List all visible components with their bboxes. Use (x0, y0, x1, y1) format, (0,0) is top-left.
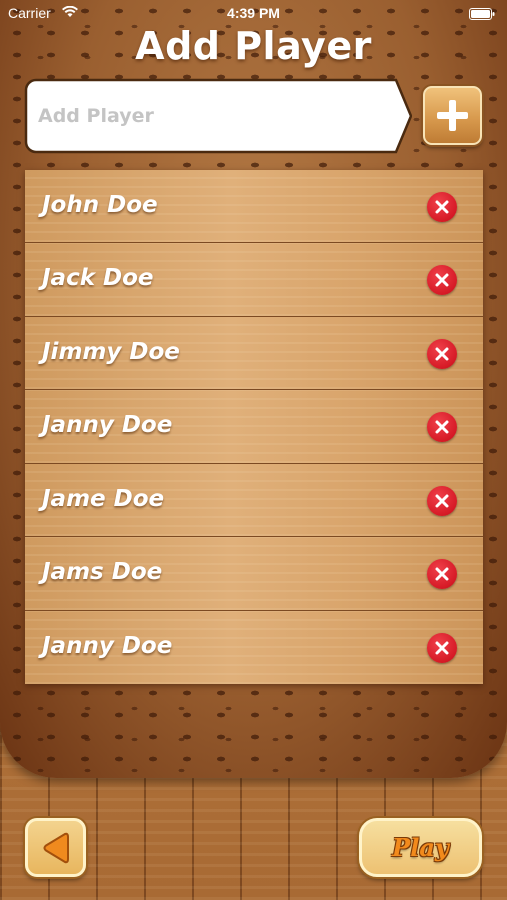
remove-player-button[interactable] (427, 192, 457, 222)
close-icon (435, 347, 449, 361)
remove-player-button[interactable] (427, 338, 457, 369)
page-title: Add Player (135, 24, 372, 68)
remove-player-button[interactable] (427, 559, 457, 590)
player-name-field (24, 78, 412, 154)
player-name: Jack Doe (42, 265, 154, 292)
plus-icon (437, 100, 468, 131)
battery-icon (469, 7, 495, 23)
add-player-button[interactable] (423, 86, 482, 145)
player-name: Jame Doe (42, 485, 165, 512)
close-icon (435, 567, 449, 581)
player-name-input[interactable] (38, 98, 378, 134)
remove-player-button[interactable] (427, 632, 457, 663)
list-item: Jack Doe (25, 243, 483, 317)
close-icon (435, 200, 449, 214)
player-list: John Doe Jack Doe Jimmy Doe Janny Doe Ja… (25, 170, 483, 684)
player-name: Jams Doe (42, 559, 163, 586)
back-arrow-icon (43, 832, 69, 864)
close-icon (435, 420, 449, 434)
player-name: John Doe (42, 192, 158, 218)
player-name: Janny Doe (42, 412, 173, 439)
list-item: Jame Doe (25, 463, 483, 538)
back-button[interactable] (25, 818, 86, 877)
list-item: Jimmy Doe (25, 316, 483, 391)
list-item: Jams Doe (25, 537, 483, 611)
list-item: Janny Doe (25, 610, 483, 684)
play-button[interactable]: Play (359, 818, 482, 877)
player-name: Janny Doe (42, 632, 173, 659)
remove-player-button[interactable] (427, 485, 457, 516)
player-name: Jimmy Doe (42, 338, 180, 365)
close-icon (435, 641, 449, 655)
remove-player-button[interactable] (427, 412, 457, 443)
close-icon (435, 494, 449, 508)
play-label: Play (392, 833, 449, 862)
remove-player-button[interactable] (427, 265, 457, 296)
close-icon (435, 273, 449, 287)
list-item: Janny Doe (25, 390, 483, 464)
status-time: 4:39 PM (227, 5, 280, 21)
list-item: John Doe (25, 170, 483, 244)
